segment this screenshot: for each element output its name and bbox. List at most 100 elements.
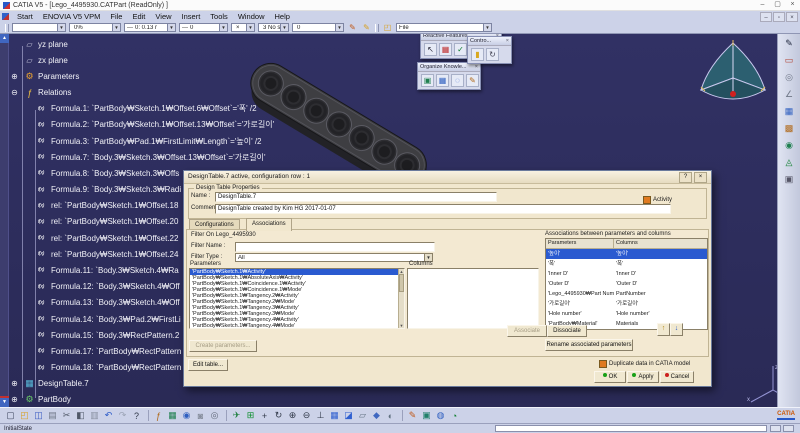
select-arrow-icon[interactable]: ↖ — [424, 43, 437, 56]
copy-icon[interactable]: ◧ — [74, 409, 87, 422]
toolbar-drag-handle[interactable] — [375, 23, 379, 32]
tree-item[interactable]: ⊕ PartBody — [8, 392, 428, 407]
battery-icon[interactable]: ▮ — [471, 48, 484, 61]
tree-item[interactable]: Formula.1: `PartBody₩Sketch.1₩Offset.6₩O… — [8, 101, 428, 117]
close-icon[interactable]: × — [694, 172, 707, 183]
pan-icon[interactable]: + — [258, 409, 271, 422]
loop-icon[interactable]: ↻ — [486, 48, 499, 61]
dissociate-button[interactable]: Dissociate — [547, 325, 587, 337]
cancel-button[interactable]: Cancel — [660, 371, 694, 383]
chevron-down-icon[interactable]: ▼ — [483, 24, 491, 31]
knowledge-cube-icon[interactable]: ▣ — [421, 74, 434, 87]
pad-icon[interactable]: ▭ — [782, 54, 797, 67]
scrollbar-thumb[interactable] — [399, 274, 404, 292]
normal-view-icon[interactable]: ⊥ — [314, 409, 327, 422]
macro-icon[interactable]: ◎ — [208, 409, 221, 422]
help-pointer-icon[interactable]: ? — [130, 409, 143, 422]
tree-expander-icon[interactable]: ⊕ — [10, 395, 19, 404]
status-button-1[interactable] — [770, 425, 781, 432]
close-icon[interactable]: × — [475, 63, 478, 71]
sketcher-icon[interactable]: ✎ — [782, 37, 797, 50]
create-parameters-button[interactable]: Create parameters... — [189, 340, 257, 352]
edit-search-icon[interactable]: ✎ — [466, 74, 479, 87]
associations-table[interactable]: Parameters Columns '높이' '높이' '폭' '폭' 'Inne… — [545, 238, 708, 330]
multi-view-icon[interactable]: ▦ — [328, 409, 341, 422]
menu-start[interactable]: Start — [12, 11, 38, 22]
columns-list[interactable] — [407, 268, 539, 329]
iso-view-icon[interactable]: ◪ — [342, 409, 355, 422]
toolbar-drag-handle[interactable] — [5, 23, 9, 32]
apply-button[interactable]: Apply — [627, 371, 659, 383]
analysis-icon[interactable]: ◉ — [782, 139, 797, 152]
rotate-icon[interactable]: ↻ — [272, 409, 285, 422]
lock-icon[interactable]: ◙ — [194, 409, 207, 422]
tree-expander-icon[interactable]: ⊖ — [10, 88, 19, 97]
painter-icon[interactable]: ✎ — [347, 23, 358, 33]
chevron-down-icon[interactable]: ▼ — [246, 24, 254, 31]
comment-field[interactable]: DesignTable created by Kim HG 2017-01-07 — [215, 204, 671, 214]
move-down-button[interactable]: ↓ — [670, 323, 683, 336]
chevron-down-icon[interactable]: ▼ — [167, 24, 175, 31]
chevron-down-icon[interactable]: ▼ — [57, 24, 65, 31]
design-table-icon[interactable]: ▦ — [436, 74, 449, 87]
chevron-down-icon[interactable]: ▼ — [335, 24, 343, 31]
painter-icon[interactable]: ✎ — [406, 409, 419, 422]
name-field[interactable]: DesignTable.7 — [215, 192, 497, 202]
search-icon[interactable]: ◌ — [451, 74, 464, 87]
minimize-button[interactable]: – — [755, 0, 770, 10]
pattern-icon[interactable]: ▦ — [782, 105, 797, 118]
ok-button[interactable]: OK — [594, 371, 626, 383]
fill-color-combo[interactable]: ▼ — [12, 23, 66, 32]
menu-insert[interactable]: Insert — [177, 11, 206, 22]
open-catalog-icon[interactable]: ◰ — [382, 23, 393, 33]
association-row[interactable]: 'Hole number' 'Hole number' — [546, 309, 707, 319]
knowledge-icon[interactable]: ◍ — [434, 409, 447, 422]
tree-item[interactable]: zx plane — [8, 52, 428, 68]
tree-item[interactable]: ⊖ Relations — [8, 85, 428, 101]
save-icon[interactable]: ◫ — [32, 409, 45, 422]
wireframe-view-icon[interactable]: ▱ — [356, 409, 369, 422]
help-icon[interactable]: ? — [679, 172, 692, 183]
wizard-brush-icon[interactable]: ✎ — [361, 23, 372, 33]
parameters-list[interactable]: 'PartBody₩Sketch.1₩Activity' 'PartBody₩Sk… — [189, 268, 405, 329]
menu-tools[interactable]: Tools — [205, 11, 233, 22]
material-icon[interactable]: ▩ — [782, 122, 797, 135]
edit-table-button[interactable]: Edit table... — [188, 359, 228, 371]
menu-help[interactable]: Help — [270, 11, 295, 22]
design-table-icon[interactable]: ▦ — [166, 409, 179, 422]
compass[interactable] — [688, 38, 777, 127]
tree-item[interactable]: Formula.3: `PartBody₩Pad.1₩FirstLimit₩Le… — [8, 133, 428, 149]
catalog-browser-icon[interactable]: ▣ — [782, 173, 797, 186]
catalog-icon[interactable]: ▣ — [420, 409, 433, 422]
power-input-field[interactable] — [495, 425, 767, 432]
maximize-button[interactable]: ▢ — [770, 0, 785, 10]
zoom-out-icon[interactable]: ⊖ — [300, 409, 313, 422]
zoom-in-icon[interactable]: ⊕ — [286, 409, 299, 422]
separator[interactable] — [222, 410, 227, 421]
association-row[interactable]: '폭' '폭' — [546, 259, 707, 269]
association-row[interactable]: '높이' '높이' — [546, 249, 707, 259]
status-button-2[interactable] — [783, 425, 794, 432]
move-up-button[interactable]: ↑ — [657, 323, 670, 336]
new-document-icon[interactable]: ▢ — [4, 409, 17, 422]
fly-mode-icon[interactable]: ✈ — [230, 409, 243, 422]
menu-file[interactable]: File — [105, 11, 127, 22]
file-combo[interactable]: File ▼ — [396, 23, 492, 32]
tree-expander-icon[interactable]: ⊕ — [10, 379, 19, 388]
filter-type-combo[interactable]: All ▼ — [235, 253, 433, 262]
tree-item[interactable]: Formula.2: `PartBody₩Sketch.1₩Offset.13₩… — [8, 117, 428, 133]
chevron-down-icon[interactable]: ▼ — [424, 254, 432, 261]
named-filter-combo[interactable]: 0 ▼ — [292, 23, 344, 32]
mdi-minimize-button[interactable]: – — [760, 11, 772, 22]
parameter-list-item[interactable]: 'PartBody₩Sketch.1₩Tangency.4₩Mode' — [190, 323, 404, 328]
tree-item[interactable]: Formula.7: `Body.3₩Sketch.3₩Offset.13₩Of… — [8, 149, 428, 165]
transparency-combo[interactable]: 0% ▼ — [69, 23, 121, 32]
mdi-close-button[interactable]: × — [786, 11, 798, 22]
chevron-down-icon[interactable]: ▼ — [112, 24, 120, 31]
constraints-icon[interactable]: ∠ — [782, 88, 797, 101]
paste-icon[interactable]: ▥ — [88, 409, 101, 422]
chevron-down-icon[interactable]: ▼ — [280, 24, 288, 31]
powercopy-icon[interactable]: ◬ — [782, 156, 797, 169]
association-row[interactable]: 'Lego_4495930₩Part Numb...PartNumber — [546, 289, 707, 299]
tree-item[interactable]: yz plane — [8, 36, 428, 52]
